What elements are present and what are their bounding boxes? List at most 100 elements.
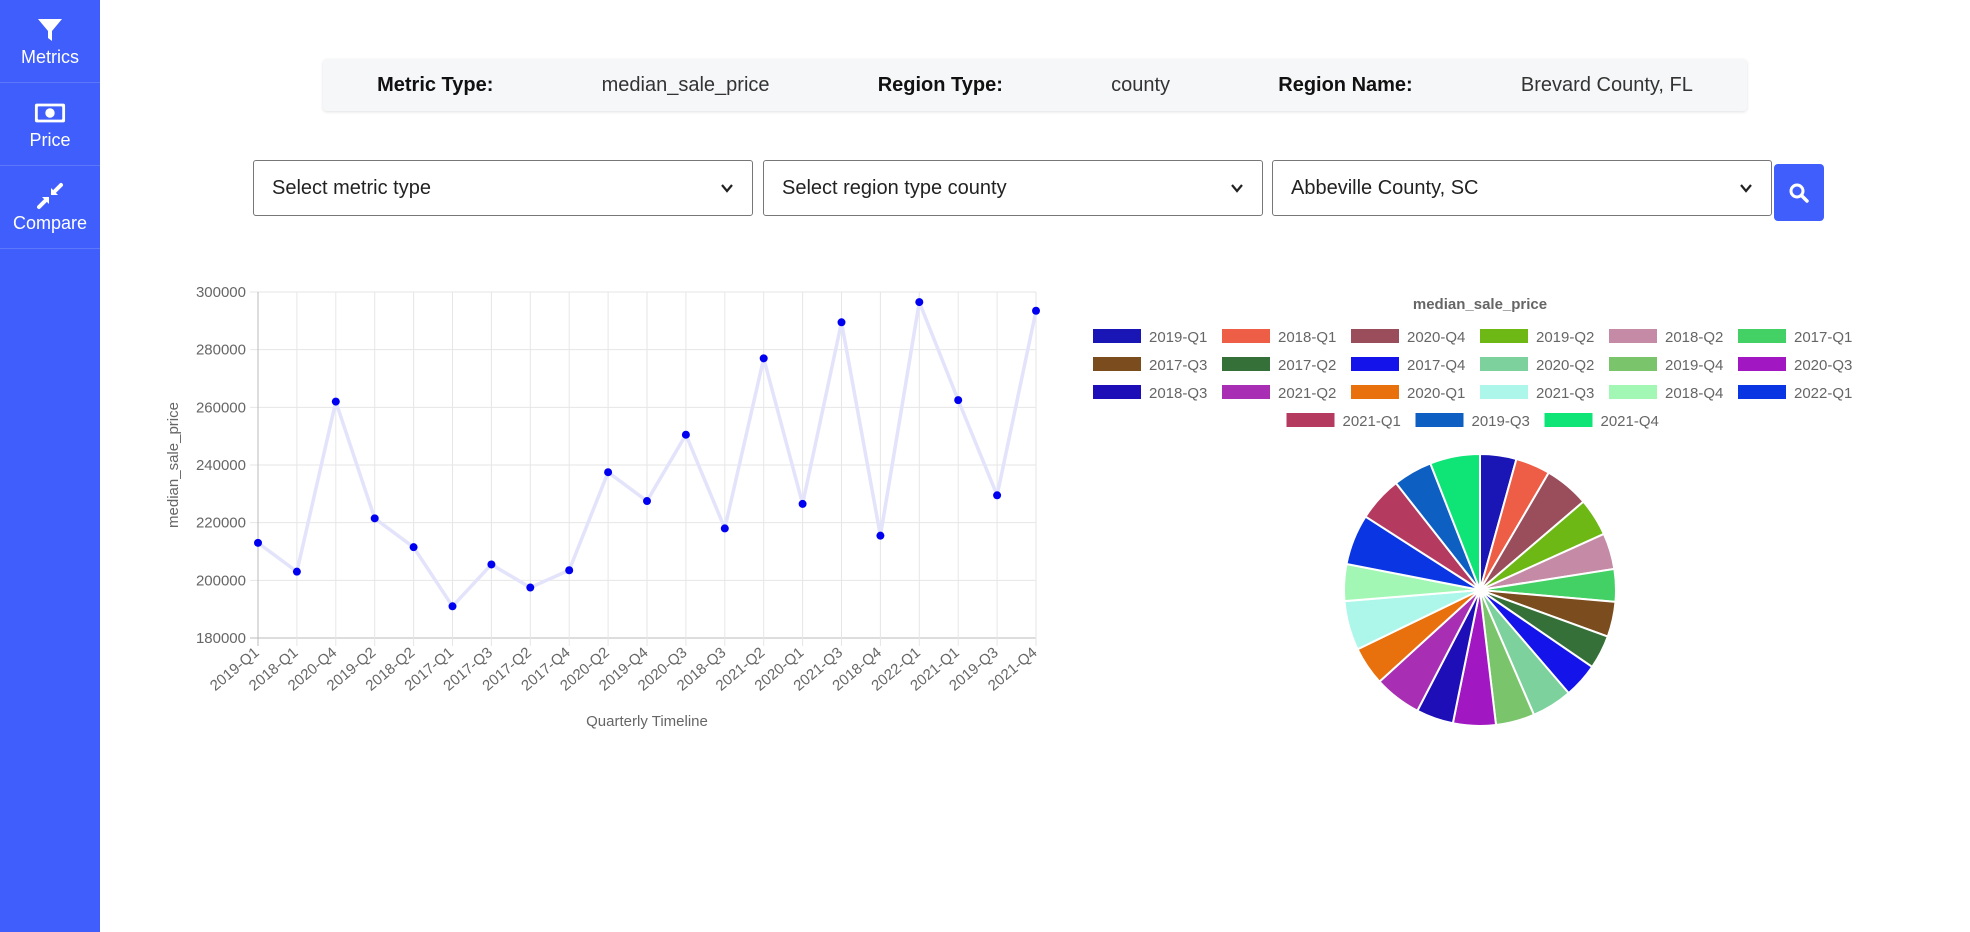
legend-swatch (1609, 385, 1657, 399)
sidebar-item-label: Price (29, 129, 71, 150)
legend-label: 2020-Q4 (1407, 329, 1465, 346)
legend-label: 2019-Q2 (1536, 329, 1594, 346)
data-point (331, 397, 340, 406)
legend-swatch (1738, 357, 1786, 371)
data-point (876, 531, 885, 540)
legend-label: 2017-Q1 (1794, 329, 1852, 346)
x-axis-title: Quarterly Timeline (586, 713, 708, 730)
chevron-down-icon (1231, 184, 1243, 193)
sidebar-item-label: Compare (12, 212, 88, 233)
legend-label: 2021-Q1 (1343, 413, 1401, 430)
legend-label: 2020-Q1 (1407, 385, 1465, 402)
y-tick-label: 220000 (196, 515, 246, 532)
data-point (604, 468, 613, 477)
data-point (526, 583, 535, 592)
legend-label: 2018-Q3 (1149, 385, 1207, 402)
info-bar: Metric Type: median_sale_price Region Ty… (323, 59, 1747, 111)
pie-title: median_sale_price (1413, 296, 1547, 313)
legend-label: 2019-Q1 (1149, 329, 1207, 346)
data-point (409, 543, 418, 552)
chevron-down-icon (721, 184, 733, 193)
region-name-select[interactable]: Abbeville County, SC (1272, 160, 1772, 216)
legend-swatch (1093, 385, 1141, 399)
region-name-label: Region Name: (1278, 73, 1413, 96)
data-point (993, 491, 1002, 500)
region-type-select[interactable]: Select region type county (763, 160, 1263, 216)
legend-swatch (1351, 329, 1399, 343)
pie-chart: median_sale_price 2019-Q1 2018-Q1 2020-Q4 20… (1093, 296, 1852, 727)
legend-label: 2021-Q3 (1536, 385, 1594, 402)
sidebar-item-metrics[interactable]: Metrics (0, 0, 100, 83)
legend-swatch (1480, 357, 1528, 371)
region-type-select-value: Select region type county (782, 176, 1007, 199)
legend-swatch (1222, 329, 1270, 343)
data-point (254, 538, 262, 547)
y-tick-label: 240000 (196, 457, 246, 474)
legend-label: 2022-Q1 (1794, 385, 1852, 402)
y-tick-label: 260000 (196, 399, 246, 416)
sidebar: Metrics Price Compare (0, 0, 100, 932)
legend-swatch (1415, 413, 1464, 427)
legend-swatch (1222, 385, 1270, 399)
data-point (1032, 306, 1040, 315)
legend-swatch (1093, 357, 1141, 371)
y-tick-label: 280000 (196, 342, 246, 359)
y-tick-label: 300000 (196, 284, 246, 301)
chevron-down-icon (1740, 184, 1752, 193)
legend-swatch (1738, 329, 1786, 343)
y-tick-label: 180000 (196, 630, 246, 647)
compress-icon (34, 181, 66, 211)
legend-label: 2017-Q3 (1149, 357, 1207, 374)
sidebar-item-price[interactable]: Price (0, 83, 100, 166)
data-point (565, 566, 574, 575)
region-name-value: Brevard County, FL (1520, 73, 1693, 96)
metric-type-select[interactable]: Select metric type (253, 160, 753, 216)
data-point (915, 298, 924, 307)
search-button[interactable] (1774, 164, 1824, 221)
legend-label: 2019-Q3 (1472, 413, 1530, 430)
legend-swatch (1738, 385, 1786, 399)
legend-swatch (1351, 385, 1399, 399)
data-point (681, 430, 690, 439)
metric-type-label: Metric Type: (377, 73, 494, 96)
data-point (837, 318, 846, 327)
legend-swatch (1093, 329, 1141, 343)
data-point (720, 524, 729, 533)
data-point (643, 497, 651, 506)
legend-label: 2020-Q2 (1536, 357, 1594, 374)
line-chart: 180000 200000 220000 240000 260000 280000 3000… (165, 284, 1041, 730)
legend-swatch (1286, 413, 1335, 427)
legend-label: 2018-Q2 (1665, 329, 1723, 346)
y-tick-label: 200000 (196, 572, 246, 589)
legend-label: 2021-Q2 (1278, 385, 1336, 402)
data-point (954, 396, 963, 405)
region-type-value: county (1111, 73, 1171, 96)
metric-type-value: median_sale_price (601, 73, 770, 96)
legend-swatch (1609, 329, 1657, 343)
money-icon (34, 98, 66, 128)
legend-label: 2017-Q4 (1407, 357, 1465, 374)
search-icon (1789, 183, 1809, 203)
legend-label: 2017-Q2 (1278, 357, 1336, 374)
legend-swatch (1480, 329, 1528, 343)
region-name-select-value: Abbeville County, SC (1291, 176, 1479, 199)
legend-swatch (1480, 385, 1528, 399)
legend-label: 2018-Q1 (1278, 329, 1336, 346)
legend-swatch (1222, 357, 1270, 371)
legend-swatch (1351, 357, 1399, 371)
filter-icon (34, 15, 66, 45)
data-point (292, 567, 301, 576)
data-point (798, 499, 807, 508)
data-point (448, 602, 457, 611)
sidebar-item-label: Metrics (21, 46, 79, 67)
data-point (370, 514, 379, 523)
data-point (759, 354, 768, 363)
legend-swatch (1609, 357, 1657, 371)
region-type-label: Region Type: (877, 73, 1003, 96)
metric-type-select-value: Select metric type (272, 176, 431, 199)
sidebar-item-compare[interactable]: Compare (0, 166, 100, 249)
data-point (487, 560, 496, 569)
legend-label: 2021-Q4 (1601, 413, 1659, 430)
legend-label: 2018-Q4 (1665, 385, 1723, 402)
y-axis-title: median_sale_price (165, 402, 182, 528)
